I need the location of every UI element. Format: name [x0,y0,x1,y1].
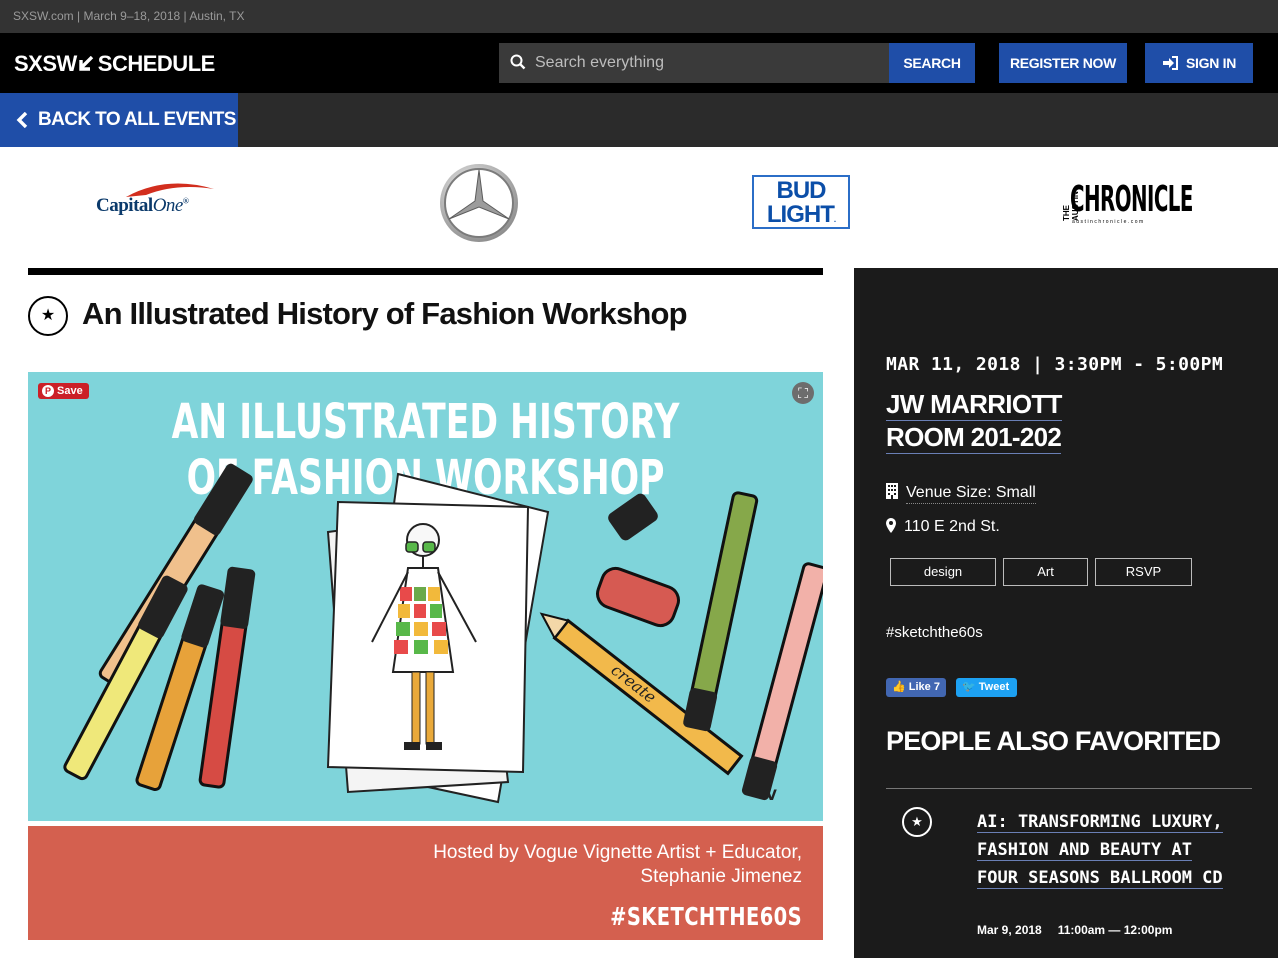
tag-design[interactable]: design [890,558,996,586]
star-icon: ★ [40,307,56,324]
hosted-line-1: Hosted by Vogue Vignette Artist + Educat… [433,842,802,863]
logo-text: SXSW [14,51,77,76]
logo-suffix: SCHEDULE [97,51,216,76]
event-details-sidebar: MAR 11, 2018 | 3:30PM - 5:00PM JW MARRIO… [854,268,1278,958]
site-header: SXSW SCHEDULE SEARCH REGISTER NOW SIGN IN [0,33,1278,93]
austin-chronicle-logo[interactable]: THE AUSTIN CHRONICLE austinchronicle.com [1060,179,1193,227]
search-icon [510,54,526,70]
event-hashtag[interactable]: #sketchthe60s [886,624,983,641]
mercedes-star-icon [440,164,518,242]
fashion-illustration: create V [63,463,823,804]
sxsw-schedule-logo[interactable]: SXSW SCHEDULE [14,51,215,77]
tag-rsvp[interactable]: RSVP [1095,558,1192,586]
thumbs-up-icon: 👍 [892,681,906,693]
fb-like-label: Like 7 [908,681,940,693]
search-input[interactable] [535,43,885,83]
search-bar [499,43,889,83]
related-event-time: 11:00am — 12:00pm [1057,923,1173,937]
hosted-by-text: Hosted by Vogue Vignette Artist + Educat… [302,841,802,889]
address-text: 110 E 2nd St. [904,518,1000,535]
section-divider [886,788,1252,789]
mercedes-benz-logo[interactable] [438,162,520,244]
bud-light-logo[interactable]: BUD LIGHT. [752,175,850,229]
sub-navigation: BACK TO ALL EVENTS [0,93,1278,147]
venue-line-1: JW MARRIOTT [886,389,1062,421]
favorite-star-button[interactable]: ★ [28,296,68,336]
related-event-link[interactable]: AI: TRANSFORMING LUXURY, FASHION AND BEA… [977,808,1237,892]
tweet-button[interactable]: 🐦 Tweet [956,678,1017,697]
sponsor-strip: CapitalOne® BUD LIGHT. THE AUSTIN CHRONIC… [0,147,1278,268]
venue-size: Venue Size: Small [886,483,1036,504]
related-event-date: Mar 9, 2018 [977,923,1042,937]
bud-light-text: BUD LIGHT. [766,177,836,228]
event-title: An Illustrated History of Fashion Worksh… [82,296,688,331]
hero-hashtag: #SKETCHTHE60S [610,902,802,931]
star-icon: ★ [911,814,923,829]
top-info-bar: SXSW.com | March 9–18, 2018 | Austin, TX [0,0,1278,33]
capital-one-text: CapitalOne® [96,195,189,216]
festival-info: SXSW.com | March 9–18, 2018 | Austin, TX [13,9,245,23]
logo-arrow-icon [79,55,93,71]
venue-link[interactable]: JW MARRIOTT ROOM 201-202 [886,388,1062,454]
hero-caption-band: Hosted by Vogue Vignette Artist + Educat… [28,826,823,940]
venue-size-text: Venue Size: Small [906,484,1036,504]
venue-line-2: ROOM 201-202 [886,422,1062,454]
tweet-label: Tweet [978,681,1010,693]
related-event-title: AI: TRANSFORMING LUXURY, FASHION AND BEA… [977,812,1223,889]
sign-in-button[interactable]: SIGN IN [1145,43,1253,83]
people-also-favorited-heading: PEOPLE ALSO FAVORITED [886,726,1221,756]
austin-chronicle-text: CHRONICLE [1070,179,1193,220]
title-rule [28,268,823,275]
venue-address: 110 E 2nd St. [886,517,1000,536]
search-button[interactable]: SEARCH [889,43,975,83]
facebook-like-button[interactable]: 👍 Like 7 [886,678,946,697]
event-hero-image: AN ILLUSTRATED HISTORY OF FASHION WORKSH… [28,372,823,821]
tag-art[interactable]: Art [1003,558,1088,586]
back-to-all-events-link[interactable]: BACK TO ALL EVENTS [0,93,238,147]
capital-one-logo[interactable]: CapitalOne® [96,179,226,223]
twitter-bird-icon: 🐦 [962,681,976,693]
austin-chronicle-url: austinchronicle.com [1072,219,1145,225]
map-pin-icon [886,517,896,533]
hosted-line-2: Stephanie Jimenez [640,866,802,887]
sign-in-label: SIGN IN [1185,55,1237,71]
back-label: BACK TO ALL EVENTS [38,109,236,130]
chevron-left-icon [16,112,28,128]
related-favorite-star-button[interactable]: ★ [902,807,932,837]
register-now-button[interactable]: REGISTER NOW [999,43,1127,83]
artist-signature: V [766,788,777,804]
sign-in-icon [1162,55,1178,70]
building-icon [886,483,898,500]
related-event-datetime: Mar 9, 2018 11:00am — 12:00pm [977,923,1172,937]
event-date-time: MAR 11, 2018 | 3:30PM - 5:00PM [886,354,1224,375]
